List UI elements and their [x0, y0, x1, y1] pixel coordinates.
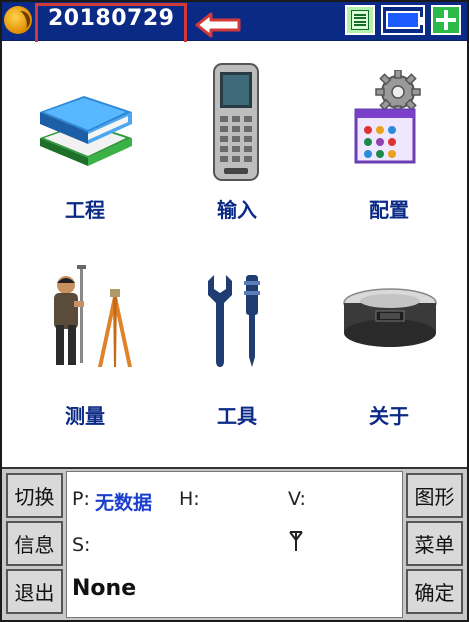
exit-button[interactable]: 退出 — [6, 569, 63, 614]
menu-item-config[interactable]: 配置 — [314, 52, 464, 232]
info-button[interactable]: 信息 — [6, 521, 63, 566]
battery-icon[interactable] — [381, 5, 425, 35]
gnss-receiver-icon — [343, 288, 437, 347]
menu-item-survey[interactable]: 测量 — [10, 257, 160, 437]
p-label: P: — [72, 488, 90, 510]
menu-label: 输入 — [217, 198, 257, 222]
menu-label: 工具 — [217, 404, 257, 428]
notes-icon[interactable] — [345, 5, 375, 35]
books-icon — [40, 96, 132, 166]
confirm-button[interactable]: 确定 — [406, 569, 463, 614]
menu-item-input[interactable]: 输入 — [162, 52, 312, 232]
status-icons — [345, 5, 461, 35]
menu-label: 工程 — [65, 198, 105, 222]
app-window: 20180729 工程 输入 配置 测量 工具 关于 切换 信息 退出 P: 无… — [0, 0, 469, 622]
menu-item-project[interactable]: 工程 — [10, 52, 160, 232]
switch-button[interactable]: 切换 — [6, 473, 63, 518]
main-menu: 工程 输入 配置 测量 工具 关于 — [2, 42, 467, 469]
menu-item-about[interactable]: 关于 — [314, 257, 464, 437]
project-name[interactable]: 20180729 — [48, 6, 174, 31]
menu-label: 测量 — [65, 404, 105, 428]
add-icon[interactable] — [431, 5, 461, 35]
wrench-screwdriver-icon — [208, 275, 260, 367]
status-panel: P: 无数据 H: V: S: None — [66, 471, 403, 618]
h-label: H: — [179, 488, 200, 510]
handheld-device-icon — [213, 63, 259, 181]
bottom-panel: 切换 信息 退出 P: 无数据 H: V: S: None 图形 菜单 确定 — [2, 469, 467, 620]
menu-label: 配置 — [369, 198, 409, 222]
menu-label: 关于 — [369, 404, 409, 428]
app-logo-icon[interactable] — [4, 6, 32, 34]
solution-status: None — [72, 576, 137, 601]
graphics-button[interactable]: 图形 — [406, 473, 463, 518]
menu-button[interactable]: 菜单 — [406, 521, 463, 566]
s-label: S: — [72, 534, 91, 556]
menu-item-tools[interactable]: 工具 — [162, 257, 312, 437]
title-bar: 20180729 — [2, 2, 467, 47]
arrow-left-icon — [195, 12, 241, 38]
v-label: V: — [288, 488, 306, 510]
settings-gear-icon — [354, 70, 421, 164]
surveyor-tripod-icon — [54, 265, 132, 367]
p-value: 无数据 — [95, 492, 153, 514]
antenna-icon — [289, 531, 303, 551]
